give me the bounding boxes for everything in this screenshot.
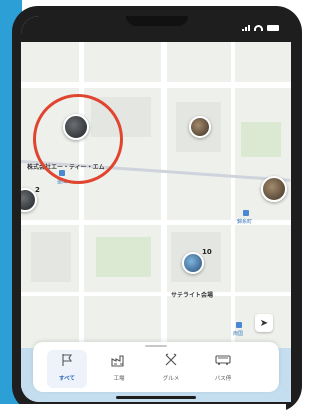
app-screen: 墨田 錦糸町 両国 株式会社エー・ティー・エム 2 10 サテライト会場 ➤ す…	[21, 16, 291, 402]
tab-factory[interactable]: 工場	[99, 350, 139, 388]
poi-label: 錦糸町	[237, 219, 253, 225]
map-road	[231, 42, 235, 352]
drag-handle[interactable]	[145, 345, 167, 347]
home-indicator	[116, 396, 196, 399]
pin-satellite[interactable]	[182, 252, 204, 274]
page-bottom	[0, 404, 286, 416]
flag-icon	[60, 350, 74, 370]
location-arrow-icon[interactable]: ➤	[255, 314, 273, 332]
highlight-circle	[33, 94, 123, 184]
battery-icon	[267, 25, 279, 31]
tab-label: バス停	[214, 376, 232, 382]
status-bar	[21, 16, 291, 42]
status-icons	[242, 25, 279, 31]
notch	[126, 16, 188, 26]
tab-bus-stop[interactable]: バス停	[203, 350, 243, 388]
map-road	[161, 42, 167, 352]
pin-count-badge: 2	[35, 186, 40, 194]
map-park	[96, 237, 151, 277]
bus-icon	[215, 350, 231, 370]
tab-label: グルメ	[162, 376, 180, 382]
pin-count-badge: 10	[202, 248, 212, 256]
category-tab-bar: すべて 工場 グルメ バス停	[33, 342, 279, 392]
map-road	[21, 292, 291, 296]
tab-gourmet[interactable]: グルメ	[151, 350, 191, 388]
wifi-icon	[254, 25, 263, 31]
tab-label: すべて	[59, 376, 75, 382]
station-marker-icon	[243, 210, 249, 216]
map-road	[21, 82, 291, 88]
pin-top-right[interactable]	[189, 116, 211, 138]
tab-all[interactable]: すべて	[47, 350, 87, 388]
signal-icon	[242, 25, 250, 31]
tab-label: 工場	[113, 376, 125, 382]
pin-label: サテライト会場	[171, 292, 214, 299]
map-block	[31, 232, 71, 282]
pin-right-edge[interactable]	[261, 176, 287, 202]
cutlery-icon	[164, 350, 178, 370]
poi-label: 両国	[233, 331, 244, 337]
map-park	[241, 122, 281, 157]
factory-icon	[111, 350, 127, 370]
station-marker-icon	[236, 322, 242, 328]
map-road	[79, 42, 84, 352]
